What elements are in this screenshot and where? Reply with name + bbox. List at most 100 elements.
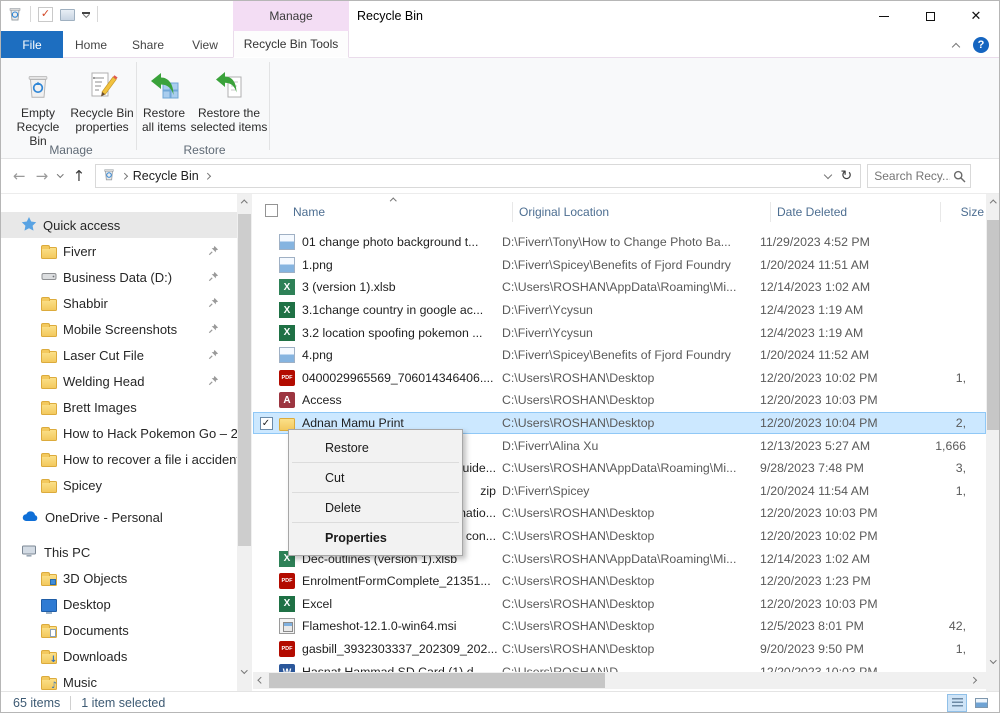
address-bar[interactable]: Recycle Bin ↻ xyxy=(95,164,861,188)
recycle-bin-window-icon[interactable] xyxy=(7,6,23,22)
sidebar-item-welding-head[interactable]: Welding Head xyxy=(1,368,237,394)
scroll-down-icon[interactable] xyxy=(986,654,1000,670)
sidebar-item-spicey[interactable]: Spicey xyxy=(1,472,237,498)
sidebar-item-fiverr[interactable]: Fiverr xyxy=(1,238,237,264)
up-icon[interactable]: ↑ xyxy=(73,167,86,185)
details-view-button[interactable] xyxy=(947,694,967,712)
recycle-bin-properties-button[interactable]: Recycle Bin properties xyxy=(69,62,135,148)
tab-view[interactable]: View xyxy=(177,31,233,58)
scroll-right-icon[interactable] xyxy=(965,672,981,689)
scroll-down-icon[interactable] xyxy=(237,664,252,680)
table-row[interactable]: 4.pngD:\Fiverr\Spicey\Benefits of Fjord … xyxy=(253,344,986,367)
sidebar-item-quick-access[interactable]: Quick access xyxy=(1,212,237,238)
qat-check-icon[interactable]: ✓ xyxy=(38,7,53,22)
table-row[interactable]: 3.2 location spoofing pokemon ...D:\Five… xyxy=(253,321,986,344)
close-button[interactable]: ✕ xyxy=(953,1,999,31)
pdf-file-icon xyxy=(279,641,295,657)
file-location: D:\Fiverr\Ycysun xyxy=(502,303,760,317)
menu-item-cut[interactable]: Cut xyxy=(289,464,462,491)
details-view-icon xyxy=(952,698,963,708)
sidebar-item-business-data[interactable]: Business Data (D:) xyxy=(1,264,237,290)
breadcrumb-chevron-icon[interactable] xyxy=(121,173,127,179)
table-row[interactable]: gasbill_3932303337_202309_202...C:\Users… xyxy=(253,638,986,661)
column-header-size[interactable]: Size xyxy=(941,202,986,222)
address-dropdown-icon[interactable] xyxy=(823,170,831,178)
sidebar-item-documents[interactable]: Documents xyxy=(1,617,237,643)
column-headers: Name Original Location Date Deleted Size xyxy=(253,194,986,226)
sidebar-item-downloads[interactable]: ↓Downloads xyxy=(1,643,237,669)
file-name: 3.1change country in google ac... xyxy=(302,303,502,317)
sidebar-item-brett-images[interactable]: Brett Images xyxy=(1,394,237,420)
empty-recycle-bin-button[interactable]: Empty Recycle Bin xyxy=(7,62,69,148)
search-input[interactable] xyxy=(874,169,950,183)
table-row[interactable]: Flameshot-12.1.0-win64.msiC:\Users\ROSHA… xyxy=(253,615,986,638)
sidebar-item-how-to-recover[interactable]: How to recover a file i accidenta xyxy=(1,446,237,472)
tab-share[interactable]: Share xyxy=(119,31,177,58)
search-box[interactable] xyxy=(867,164,971,188)
scrollbar-thumb[interactable] xyxy=(269,673,605,688)
column-header-original-location[interactable]: Original Location xyxy=(513,202,771,222)
file-date: 9/28/2023 7:48 PM xyxy=(760,461,920,475)
back-icon[interactable]: ← xyxy=(13,167,26,185)
scrollbar-thumb[interactable] xyxy=(987,220,1000,430)
tab-home[interactable]: Home xyxy=(63,31,119,58)
table-row[interactable]: 0400029965569_706014346406....C:\Users\R… xyxy=(253,367,986,390)
table-row[interactable]: EnrolmentFormComplete_21351...C:\Users\R… xyxy=(253,570,986,593)
scroll-left-icon[interactable] xyxy=(253,672,269,689)
row-checkbox-checked[interactable]: ✓ xyxy=(260,417,273,430)
breadcrumb-chevron-icon[interactable] xyxy=(204,173,210,179)
sidebar-scrollbar[interactable] xyxy=(237,194,252,691)
sidebar-item-music[interactable]: ♪Music xyxy=(1,669,237,691)
quick-access-toolbar: ✓ xyxy=(7,6,98,22)
vertical-scrollbar[interactable] xyxy=(986,194,1000,672)
sidebar-label: Desktop xyxy=(63,597,111,612)
qat-folder-icon[interactable] xyxy=(60,9,75,21)
scroll-up-icon[interactable] xyxy=(986,194,1000,210)
maximize-button[interactable] xyxy=(907,1,953,31)
table-row[interactable]: AccessC:\Users\ROSHAN\Desktop12/20/2023 … xyxy=(253,389,986,412)
sidebar-item-mobile-screenshots[interactable]: Mobile Screenshots xyxy=(1,316,237,342)
column-header-date-deleted[interactable]: Date Deleted xyxy=(771,202,941,222)
sidebar-item-onedrive[interactable]: OneDrive - Personal xyxy=(1,504,237,530)
access-file-icon xyxy=(279,392,295,408)
help-icon[interactable]: ? xyxy=(973,37,989,53)
tab-file[interactable]: File xyxy=(1,31,63,58)
column-header-name[interactable]: Name xyxy=(263,202,513,222)
sidebar-item-this-pc[interactable]: This PC xyxy=(1,539,237,565)
recent-locations-icon[interactable] xyxy=(57,171,63,177)
sidebar-item-shabbir[interactable]: Shabbir xyxy=(1,290,237,316)
collapse-ribbon-icon[interactable] xyxy=(952,42,960,50)
breadcrumb-location[interactable]: Recycle Bin xyxy=(133,169,199,183)
menu-item-delete[interactable]: Delete xyxy=(289,494,462,521)
file-name: Flameshot-12.1.0-win64.msi xyxy=(302,619,502,633)
menu-item-restore[interactable]: Restore xyxy=(289,434,462,461)
table-row[interactable]: 01 change photo background t...D:\Fiverr… xyxy=(253,231,986,254)
contextual-group-manage: Manage xyxy=(233,1,349,31)
sidebar-item-how-to-hack[interactable]: How to Hack Pokemon Go – 202 xyxy=(1,420,237,446)
horizontal-scrollbar[interactable] xyxy=(253,672,986,689)
qat-customize-icon[interactable] xyxy=(82,12,90,16)
ribbon-group-manage-label: Manage xyxy=(7,143,135,157)
table-row[interactable]: 3.1change country in google ac...D:\Five… xyxy=(253,299,986,322)
sidebar-label: 3D Objects xyxy=(63,571,127,586)
sidebar-item-laser-cut-file[interactable]: Laser Cut File xyxy=(1,342,237,368)
search-icon[interactable] xyxy=(953,170,966,186)
scroll-up-icon[interactable] xyxy=(237,194,252,210)
thumbnail-view-button[interactable] xyxy=(971,694,991,712)
refresh-icon[interactable]: ↻ xyxy=(841,168,853,184)
table-row[interactable]: 1.pngD:\Fiverr\Spicey\Benefits of Fjord … xyxy=(253,254,986,277)
restore-all-items-button[interactable]: Restore all items xyxy=(140,62,188,148)
sidebar-label: Business Data (D:) xyxy=(63,270,172,285)
restore-selected-items-button[interactable]: Restore the selected items xyxy=(189,62,269,148)
tab-recycle-bin-tools[interactable]: Recycle Bin Tools xyxy=(233,31,349,58)
menu-item-properties[interactable]: Properties xyxy=(289,524,462,551)
sidebar-item-3d-objects[interactable]: 3D Objects xyxy=(1,565,237,591)
forward-icon[interactable]: → xyxy=(36,167,49,185)
pin-icon xyxy=(208,374,219,389)
table-row[interactable]: ExcelC:\Users\ROSHAN\Desktop12/20/2023 1… xyxy=(253,593,986,616)
pdf-file-icon xyxy=(279,370,295,386)
sidebar-item-desktop[interactable]: Desktop xyxy=(1,591,237,617)
table-row[interactable]: 3 (version 1).xlsbC:\Users\ROSHAN\AppDat… xyxy=(253,276,986,299)
minimize-button[interactable] xyxy=(861,1,907,31)
folder-icon xyxy=(41,455,57,467)
